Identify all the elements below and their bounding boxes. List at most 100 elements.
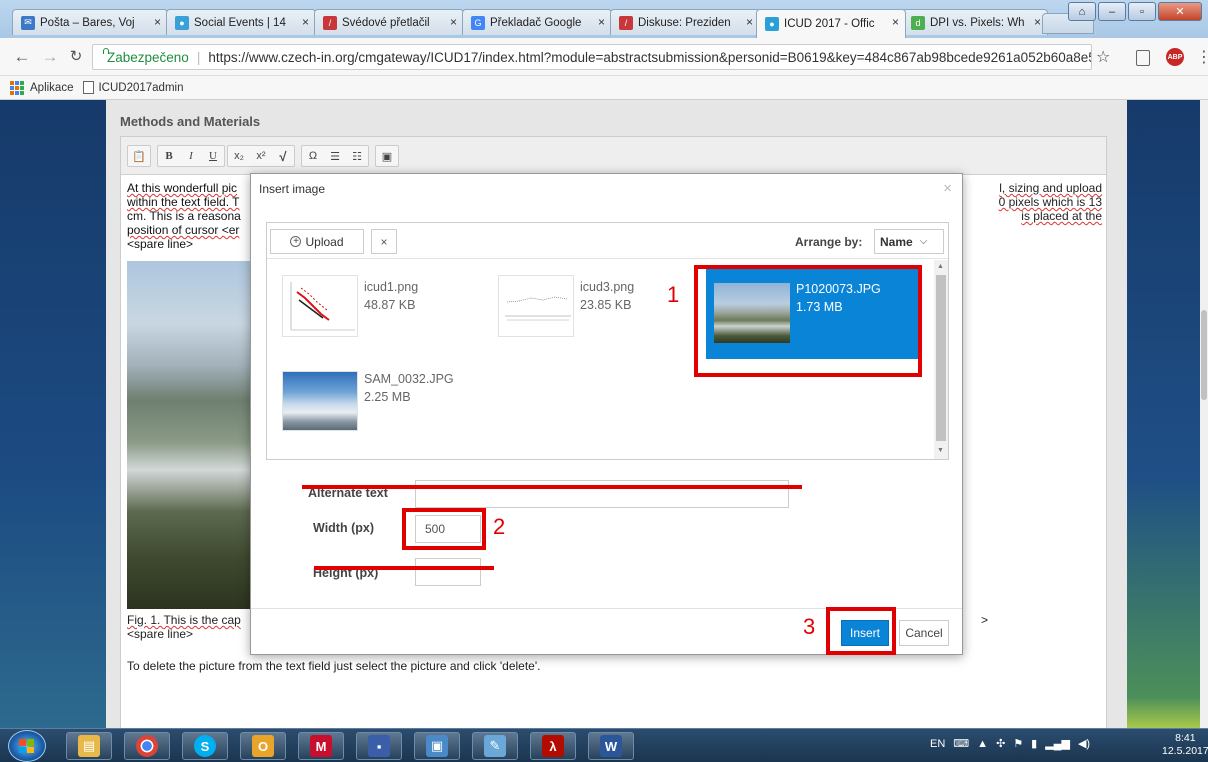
tab-close-icon[interactable]: ×	[1034, 15, 1041, 29]
caption-tail: >	[981, 613, 989, 627]
omega-icon[interactable]: Ω	[302, 146, 324, 166]
dialog-title: Insert image	[259, 182, 326, 196]
page-scrollbar[interactable]	[1200, 100, 1208, 728]
file-size: 48.87 KB	[364, 298, 416, 312]
taskbar-paint[interactable]: ✎	[472, 732, 518, 760]
clear-button[interactable]: ×	[371, 229, 397, 254]
taskbar-photos[interactable]: ▣	[414, 732, 460, 760]
file-size: 2.25 MB	[364, 390, 411, 404]
file-item-sam0032[interactable]: SAM_0032.JPG 2.25 MB	[282, 359, 492, 439]
tab-close-icon[interactable]: ×	[892, 15, 899, 29]
inserted-photo[interactable]	[127, 261, 267, 609]
arrange-by-value: Name	[880, 234, 913, 249]
network-share-icon[interactable]: ✣	[996, 737, 1005, 750]
taskbar-chrome[interactable]	[124, 732, 170, 760]
action-center-icon[interactable]: ⚑	[1013, 737, 1023, 750]
tab-close-icon[interactable]: ×	[598, 15, 605, 29]
arrange-by-label: Arrange by:	[795, 235, 863, 249]
taskbar-explorer[interactable]: ▤	[66, 732, 112, 760]
numbered-list-icon[interactable]: ☷	[346, 146, 368, 166]
user-icon[interactable]: ⌂	[1068, 2, 1096, 21]
file-thumbnail	[282, 275, 358, 337]
bookmark-icud2017admin[interactable]: ICUD2017admin	[83, 81, 183, 94]
tab-svedove[interactable]: / Švédové přetlačil ×	[314, 9, 464, 35]
reload-icon[interactable]: ↻	[66, 47, 86, 65]
adblock-icon[interactable]: ABP	[1166, 48, 1184, 66]
tab-close-icon[interactable]: ×	[746, 15, 753, 29]
bookmark-apps[interactable]: Aplikace	[10, 80, 73, 95]
bold-icon[interactable]: B	[158, 146, 180, 166]
bookmark-label: ICUD2017admin	[98, 81, 184, 94]
underline-icon[interactable]: U	[202, 146, 224, 166]
text-line: 0 pixels which is 13	[998, 195, 1102, 209]
tab-close-icon[interactable]: ×	[154, 15, 161, 29]
forward-icon[interactable]: →	[40, 47, 60, 67]
tab-social-events[interactable]: ● Social Events | 14 ×	[166, 9, 316, 35]
cancel-button[interactable]: Cancel	[899, 620, 949, 646]
file-size: 23.85 KB	[580, 298, 632, 312]
close-window-button[interactable]: ✕	[1158, 2, 1202, 21]
taskbar-skype[interactable]: S	[182, 732, 228, 760]
maximize-button[interactable]: ▫	[1128, 2, 1156, 21]
upload-label: Upload	[305, 234, 344, 249]
image-icon[interactable]: ▣	[376, 146, 398, 166]
minimize-button[interactable]: –	[1098, 2, 1126, 21]
translate-icon: G	[471, 15, 485, 30]
taskbar-mcafee[interactable]: M	[298, 732, 344, 760]
folder-icon: ▤	[78, 735, 100, 757]
tab-dpi[interactable]: d DPI vs. Pixels: Wh ×	[902, 9, 1048, 35]
taskbar-word[interactable]: W	[588, 732, 634, 760]
text-line: is placed at the	[1021, 209, 1102, 223]
tab-prekladac[interactable]: G Překladač Google ×	[462, 9, 612, 35]
italic-icon[interactable]: I	[180, 146, 202, 166]
insert-image-dialog: Insert image × + Upload × Arrange by: Na…	[250, 173, 963, 655]
plus-icon: +	[290, 236, 302, 247]
apps-icon	[10, 80, 24, 95]
floppy-icon: ▪	[368, 735, 390, 757]
height-input[interactable]	[415, 558, 481, 586]
taskbar-acrobat[interactable]: λ	[530, 732, 576, 760]
delete-instruction: To delete the picture from the text fiel…	[127, 659, 541, 673]
close-icon[interactable]: ×	[943, 180, 952, 197]
taskbar-clock[interactable]: 8:41 12.5.2017	[1162, 732, 1208, 758]
chevron-down-icon: ⌵	[919, 236, 928, 247]
scroll-up-icon[interactable]: ▲	[937, 263, 944, 270]
file-item-icud1[interactable]: icud1.png 48.87 KB	[282, 267, 492, 347]
tray-expand-icon[interactable]: ▲	[977, 738, 988, 750]
paste-icon[interactable]: 📋	[128, 146, 150, 166]
taskbar-save[interactable]: ▪	[356, 732, 402, 760]
arrange-by-select[interactable]: Name ⌵	[874, 229, 944, 254]
tab-diskuse[interactable]: / Diskuse: Preziden ×	[610, 9, 760, 35]
tab-label: ICUD 2017 - Offic	[784, 18, 875, 30]
bookmark-star-icon[interactable]: ☆	[1096, 47, 1110, 67]
extension-icon[interactable]	[1136, 50, 1150, 66]
annotation-box-2	[402, 508, 486, 550]
volume-icon[interactable]: ◀)	[1078, 737, 1090, 750]
tab-posta[interactable]: ✉ Pošta – Bares, Voj ×	[12, 9, 168, 35]
file-browser-scroll-thumb[interactable]	[936, 275, 946, 441]
language-indicator[interactable]: EN	[930, 738, 945, 750]
url-input[interactable]: Zabezpečeno | https://www.czech-in.org/c…	[92, 44, 1092, 70]
tab-icud[interactable]: ● ICUD 2017 - Offic ×	[756, 9, 906, 38]
tab-close-icon[interactable]: ×	[450, 15, 457, 29]
photo-viewer-icon: ▣	[426, 735, 448, 757]
battery-icon[interactable]: ▮	[1031, 737, 1037, 750]
tab-label: Pošta – Bares, Voj	[40, 16, 135, 29]
menu-icon[interactable]: ⋮	[1196, 47, 1208, 67]
back-icon[interactable]: ←	[12, 47, 32, 67]
globe-icon: ●	[175, 15, 189, 30]
subscript-icon[interactable]: x₂	[228, 146, 250, 166]
keyboard-icon[interactable]: ⌨	[953, 737, 969, 750]
sqrt-icon[interactable]: √	[272, 146, 294, 166]
signal-icon[interactable]: ▂▄▆	[1045, 737, 1070, 750]
file-name: SAM_0032.JPG	[364, 372, 454, 386]
page-scroll-thumb[interactable]	[1201, 310, 1207, 400]
taskbar-outlook[interactable]: O	[240, 732, 286, 760]
upload-button[interactable]: + Upload	[270, 229, 364, 254]
tab-close-icon[interactable]: ×	[302, 15, 309, 29]
superscript-icon[interactable]: x²	[250, 146, 272, 166]
scroll-down-icon[interactable]: ▼	[937, 447, 944, 454]
section-title: Methods and Materials	[120, 114, 261, 129]
bulleted-list-icon[interactable]: ☰	[324, 146, 346, 166]
tab-label: Překladač Google	[490, 16, 582, 29]
